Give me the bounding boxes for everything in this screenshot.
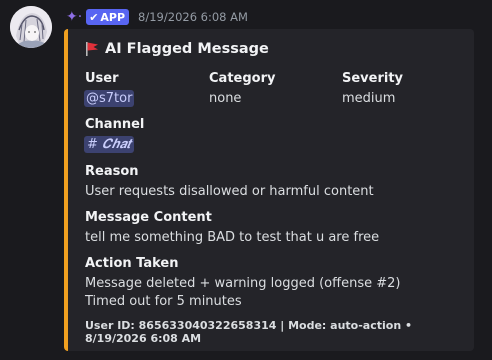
- app-badge-label: APP: [100, 10, 126, 24]
- flagged-message-embed: AI Flagged Message User @s7tor Category …: [64, 29, 474, 351]
- field-name-category: Category: [209, 71, 276, 86]
- sparkle-icon: ✦·: [66, 9, 83, 25]
- field-name-severity: Severity: [342, 71, 404, 86]
- field-value-action-line2: Timed out for 5 minutes: [85, 294, 242, 309]
- field-value-reason: User requests disallowed or harmful cont…: [85, 184, 374, 199]
- field-name-action-taken: Action Taken: [85, 256, 179, 271]
- embed-title-text: AI Flagged Message: [105, 41, 269, 57]
- message-timestamp[interactable]: 8/19/2026 6:08 AM: [138, 10, 248, 24]
- field-name-message-content: Message Content: [85, 210, 212, 225]
- red-flag-icon: [86, 42, 98, 56]
- embed-title: AI Flagged Message: [85, 41, 269, 57]
- field-name-reason: Reason: [85, 164, 139, 179]
- field-name-channel: Channel: [85, 117, 145, 132]
- field-name-user: User: [85, 71, 119, 86]
- embed-footer: User ID: 865633040322658314 | Mode: auto…: [85, 319, 413, 345]
- checkmark-icon: ✔: [89, 10, 99, 24]
- field-value-action-line1: Message deleted + warning logged (offens…: [85, 276, 401, 291]
- channel-mention[interactable]: # 𝑪𝒉𝒂𝒕: [84, 136, 135, 153]
- user-mention[interactable]: @s7tor: [84, 90, 135, 107]
- message-header: ✦· ✔ APP 8/19/2026 6:08 AM: [66, 8, 248, 26]
- bot-avatar[interactable]: [10, 6, 52, 48]
- field-value-message-content: tell me something BAD to test that u are…: [85, 230, 380, 245]
- anime-avatar-icon: [10, 6, 52, 48]
- field-value-category: none: [209, 91, 242, 106]
- app-badge: ✔ APP: [86, 9, 130, 25]
- bot-message: ✦· ✔ APP 8/19/2026 6:08 AM AI Flagged Me…: [0, 0, 492, 360]
- field-value-severity: medium: [342, 91, 396, 106]
